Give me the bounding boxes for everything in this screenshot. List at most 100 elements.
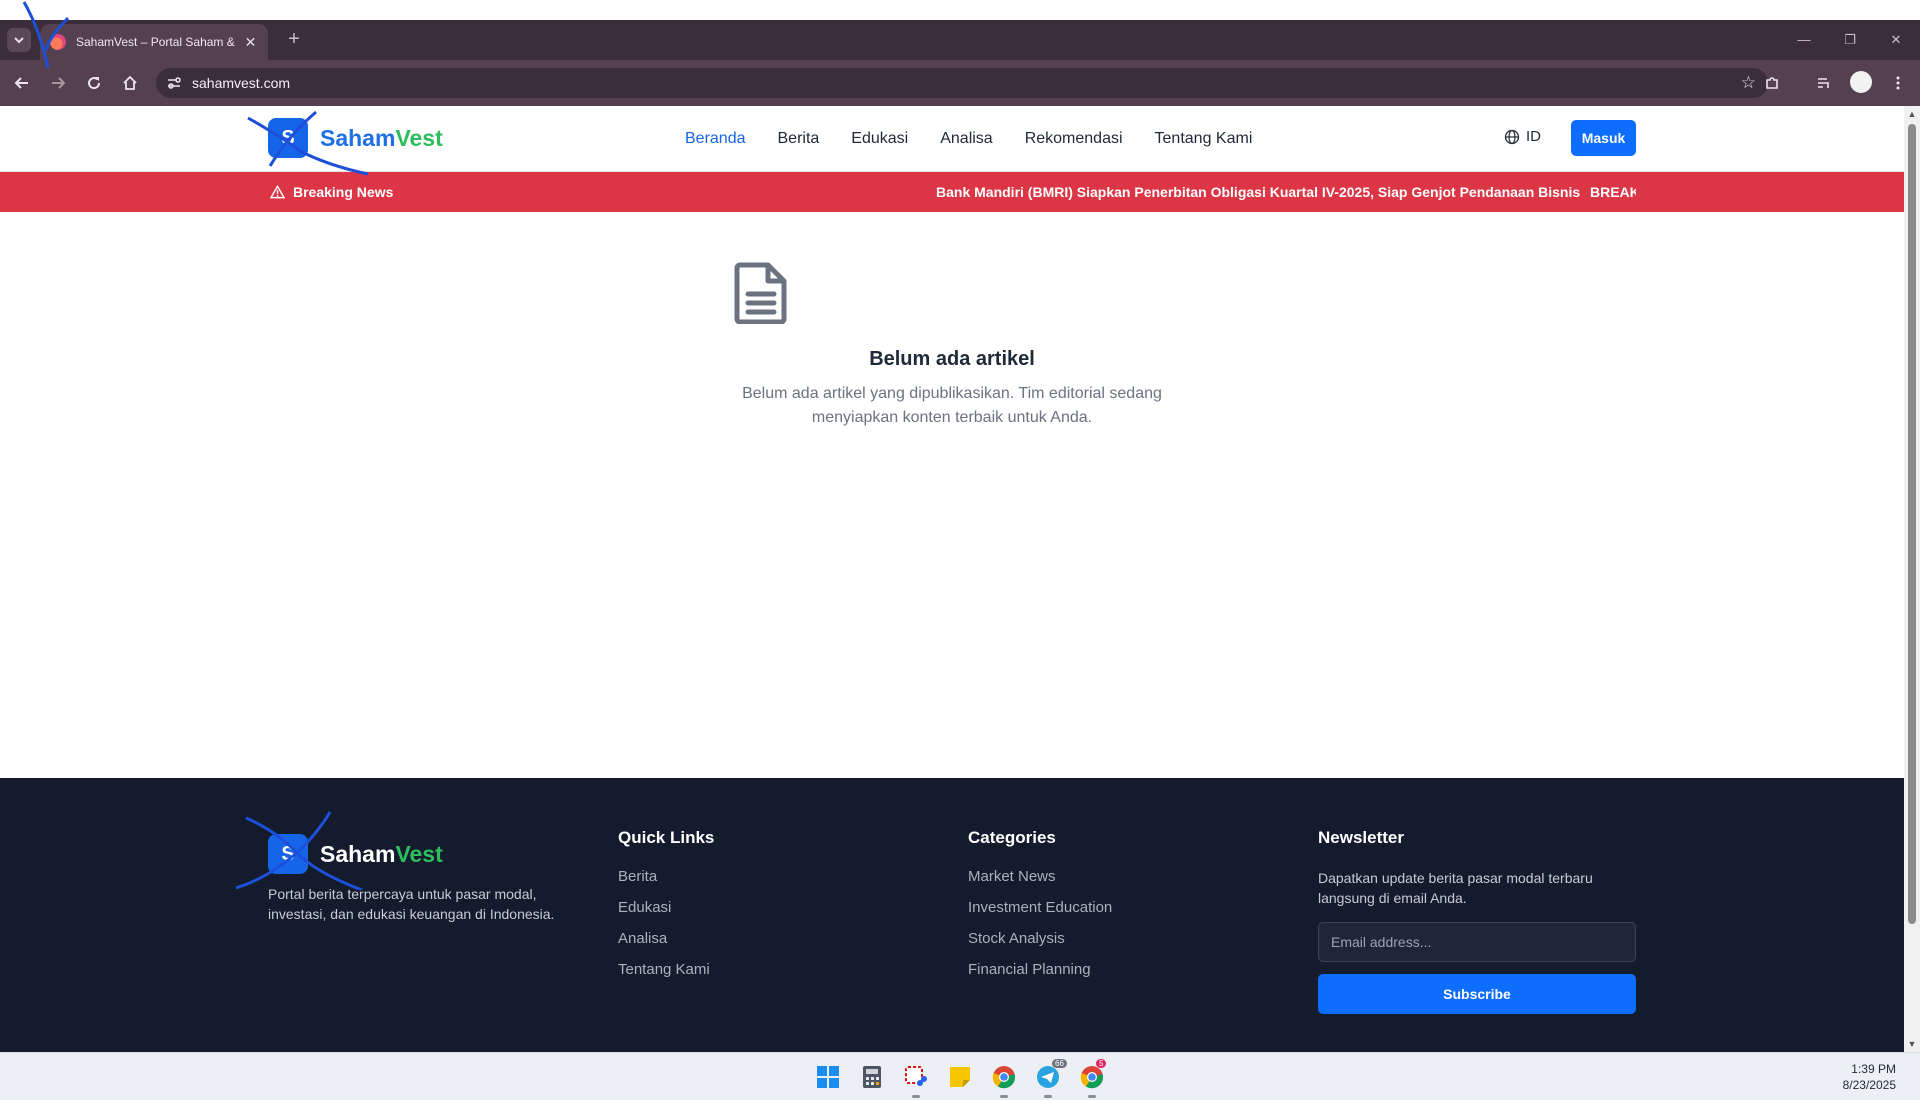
telegram-icon <box>1037 1066 1059 1088</box>
scroll-up-arrow-icon[interactable]: ▲ <box>1907 110 1917 119</box>
nav-item-analisa[interactable]: Analisa <box>940 130 992 148</box>
scroll-down-arrow-icon[interactable]: ▼ <box>1907 1040 1917 1049</box>
puzzle-icon <box>1766 77 1778 89</box>
breaking-news-text: Breaking News <box>293 184 394 200</box>
category-investment-education[interactable]: Investment Education <box>968 899 1112 916</box>
empty-state-title: Belum ada artikel <box>869 348 1035 370</box>
home-button[interactable] <box>118 71 142 95</box>
clock-time: 1:39 PM <box>1851 1062 1896 1076</box>
empty-state-description: Belum ada artikel yang dipublikasikan. T… <box>742 385 1162 426</box>
main-nav: Beranda Berita Edukasi Analisa Rekomenda… <box>685 106 1252 172</box>
globe-icon <box>1504 129 1520 144</box>
logo-text: SahamVest <box>320 125 443 152</box>
sticky-notes-icon <box>950 1067 970 1087</box>
footer-about-text: Portal berita terpercaya untuk pasar mod… <box>268 886 555 922</box>
arrow-right-icon <box>52 77 66 89</box>
category-market-news[interactable]: Market News <box>968 868 1112 885</box>
chrome-icon <box>1080 1066 1104 1089</box>
windows-taskbar: 66 5 1:39 PM 8/23/2025 <box>0 1052 1920 1100</box>
footer-link-tentang-kami[interactable]: Tentang Kami <box>618 961 714 978</box>
profile-avatar[interactable] <box>1850 71 1872 93</box>
login-button[interactable]: Masuk <box>1571 120 1636 156</box>
breaking-news-label: Breaking News <box>270 184 393 200</box>
reload-button[interactable] <box>82 71 106 95</box>
forward-button[interactable] <box>46 71 70 95</box>
address-bar[interactable]: sahamvest.com ☆ <box>156 68 1768 98</box>
site-footer: S SahamVest Portal berita terpercaya unt… <box>0 778 1904 1052</box>
chrome-badge: 5 <box>1096 1059 1107 1068</box>
nav-item-edukasi[interactable]: Edukasi <box>851 130 908 148</box>
footer-quick-links: Quick Links Berita Edukasi Analisa Tenta… <box>618 828 714 992</box>
nav-item-tentang-kami[interactable]: Tentang Kami <box>1155 130 1253 148</box>
scrollbar-thumb[interactable] <box>1908 124 1916 924</box>
running-indicator <box>912 1095 920 1098</box>
chrome-app[interactable] <box>990 1063 1018 1091</box>
breaking-news-next: BREAKI <box>1590 184 1636 200</box>
footer-logo[interactable]: S SahamVest <box>268 834 443 874</box>
breaking-news-bar: Breaking News Bank Mandiri (BMRI) Siapka… <box>0 172 1904 212</box>
sticky-notes-app[interactable] <box>946 1063 974 1091</box>
footer-link-edukasi[interactable]: Edukasi <box>618 899 714 916</box>
page-scrollbar[interactable]: ▲ ▼ <box>1904 106 1920 1052</box>
browser-menu-button[interactable] <box>1886 71 1910 95</box>
category-financial-planning[interactable]: Financial Planning <box>968 961 1112 978</box>
back-button[interactable] <box>10 71 34 95</box>
playlist-icon <box>1818 78 1829 88</box>
newsletter-heading: Newsletter <box>1318 828 1404 847</box>
calculator-app[interactable] <box>858 1063 886 1091</box>
page-viewport: S SahamVest Beranda Berita Edukasi Anali… <box>0 106 1904 1052</box>
nav-item-berita[interactable]: Berita <box>778 130 820 148</box>
snipping-tool-app[interactable] <box>902 1063 930 1091</box>
tab-title: SahamVest – Portal Saham & Edukasi <box>76 35 237 49</box>
tab-close-icon[interactable]: ✕ <box>243 34 258 51</box>
site-favicon-icon <box>50 34 66 50</box>
running-indicator <box>1044 1095 1052 1098</box>
browser-toolbar: sahamvest.com ☆ <box>0 60 1920 106</box>
kebab-menu-icon <box>1896 76 1900 90</box>
nav-item-rekomendasi[interactable]: Rekomendasi <box>1025 130 1123 148</box>
logo-mark: S <box>268 118 308 158</box>
categories-heading: Categories <box>968 828 1056 847</box>
subscribe-button[interactable]: Subscribe <box>1318 974 1636 1014</box>
newsletter-email-input[interactable]: Email address... <box>1318 922 1636 962</box>
system-clock[interactable]: 1:39 PM 8/23/2025 <box>1843 1061 1896 1093</box>
tab-search-button[interactable] <box>7 28 31 52</box>
telegram-app[interactable]: 66 <box>1034 1059 1067 1091</box>
snipping-tool-icon <box>905 1066 927 1086</box>
footer-newsletter: Newsletter Dapatkan update berita pasar … <box>1318 828 1636 1014</box>
chevron-down-icon <box>14 37 24 44</box>
restore-button[interactable]: ❐ <box>1828 28 1872 52</box>
windows-logo-icon <box>817 1066 839 1088</box>
telegram-badge: 66 <box>1052 1059 1067 1068</box>
extensions-button[interactable] <box>1760 71 1784 95</box>
bookmark-star-icon[interactable]: ☆ <box>1741 73 1756 93</box>
start-button[interactable] <box>814 1063 842 1091</box>
document-icon <box>734 262 787 324</box>
site-settings-icon[interactable] <box>166 75 182 91</box>
close-window-button[interactable]: ✕ <box>1874 28 1918 52</box>
running-indicator <box>1088 1095 1096 1098</box>
footer-logo-mark: S <box>268 834 308 874</box>
media-controls-button[interactable] <box>1812 71 1836 95</box>
footer-link-analisa[interactable]: Analisa <box>618 930 714 947</box>
nav-item-beranda[interactable]: Beranda <box>685 130 746 148</box>
browser-tab-active[interactable]: SahamVest – Portal Saham & Edukasi ✕ <box>40 24 268 60</box>
logo-text-saham: Saham <box>320 124 396 151</box>
chrome-profile-app[interactable]: 5 <box>1078 1059 1107 1091</box>
calculator-icon <box>863 1066 881 1088</box>
new-tab-button[interactable]: + <box>282 28 306 52</box>
breaking-news-headline[interactable]: Bank Mandiri (BMRI) Siapkan Penerbitan O… <box>936 184 1636 200</box>
language-switcher[interactable]: ID <box>1504 128 1541 145</box>
arrow-left-icon <box>14 77 28 89</box>
logo-text-vest: Vest <box>395 124 443 151</box>
reload-icon <box>88 77 101 90</box>
running-indicator <box>1000 1095 1008 1098</box>
footer-categories: Categories Market News Investment Educat… <box>968 828 1112 992</box>
tab-bar: SahamVest – Portal Saham & Edukasi ✕ + —… <box>0 20 1920 60</box>
url-text: sahamvest.com <box>192 75 291 91</box>
site-logo[interactable]: S SahamVest <box>268 118 443 158</box>
category-stock-analysis[interactable]: Stock Analysis <box>968 930 1112 947</box>
footer-link-berita[interactable]: Berita <box>618 868 714 885</box>
site-header: S SahamVest Beranda Berita Edukasi Anali… <box>0 106 1904 172</box>
minimize-button[interactable]: — <box>1782 28 1826 52</box>
